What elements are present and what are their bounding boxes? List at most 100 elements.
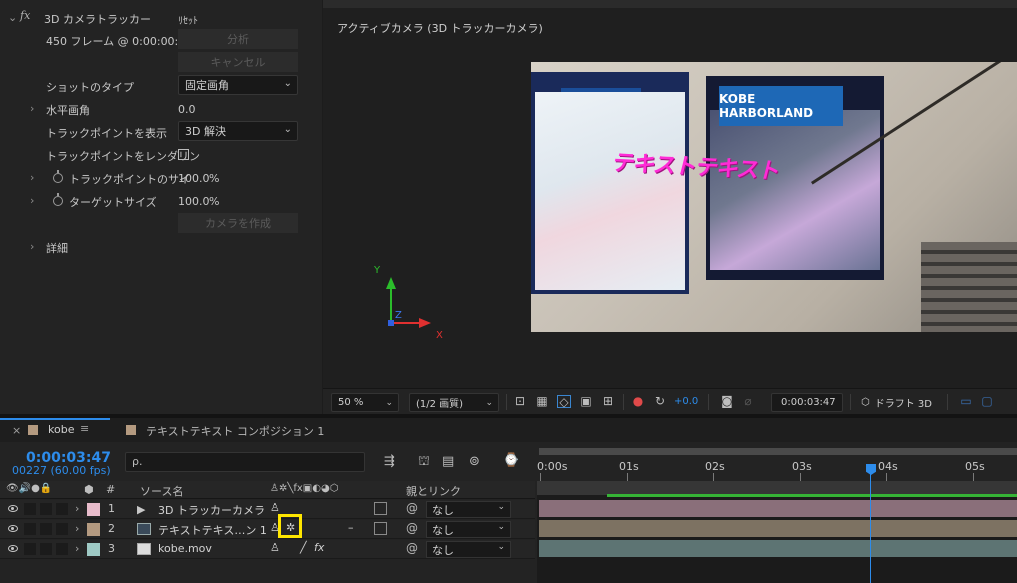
solo-cell[interactable] [40, 523, 52, 535]
time-ruler[interactable]: 0:00s 01s 02s 03s 04s 05s [537, 448, 1017, 481]
parent-select[interactable]: なし ⌄ [426, 501, 511, 518]
quality-switch-icon[interactable]: ╱ [300, 541, 307, 554]
label-color-swatch[interactable] [87, 523, 100, 536]
renderer-select[interactable]: ⬡ ドラフト 3D [855, 393, 943, 412]
zoom-select[interactable]: 50 % ⌄ [331, 393, 399, 412]
draft-3d-icon[interactable]: ⛫ [418, 454, 430, 471]
solo-cell[interactable] [40, 503, 52, 515]
track-point-size-value[interactable]: 100.0 [178, 172, 210, 185]
hfov-label: 水平画角 [46, 104, 90, 117]
twirl-right-icon[interactable]: › [75, 502, 79, 515]
effects-switch-icon[interactable]: fx [314, 541, 324, 554]
fx-icon[interactable]: fx [20, 9, 30, 22]
lock-cell[interactable] [56, 523, 68, 535]
label-color-swatch[interactable] [87, 543, 100, 556]
frame-blending-icon[interactable]: ⊚ [469, 454, 480, 469]
time-navigator-bar[interactable] [537, 481, 1017, 495]
audio-cell[interactable] [24, 543, 36, 555]
footage-frame[interactable]: ハーバーランド KOBE HARBORLAND テキストテキスト [531, 62, 1017, 332]
layer-bar-camera[interactable] [539, 500, 1017, 517]
eye-icon[interactable] [8, 545, 18, 552]
audio-cell[interactable] [24, 523, 36, 535]
exposure-value[interactable]: +0.0 [674, 396, 698, 407]
exposure-reset-icon[interactable]: ↻ [653, 395, 667, 408]
twirl-right-icon[interactable]: › [30, 102, 34, 115]
layer-row-footage[interactable]: › 3 kobe.mov ♙ ╱ fx @ なし ⌄ [0, 540, 535, 559]
mask-path-icon[interactable]: ◇ [557, 395, 571, 409]
twirl-right-icon[interactable]: › [30, 194, 34, 207]
target-size-value[interactable]: 100.0 [178, 195, 210, 208]
view-layout-icon[interactable]: ▭ [959, 395, 973, 408]
collapse-chevron-icon[interactable]: ⌄ [8, 11, 17, 24]
stopwatch-icon[interactable] [53, 170, 63, 183]
work-area-bar[interactable] [539, 448, 1017, 455]
close-icon[interactable]: × [12, 424, 21, 437]
audio-cell[interactable] [24, 503, 36, 515]
cancel-button[interactable]: キャンセル [178, 52, 298, 72]
layer-row-text-comp[interactable]: › 2 テキストテキス…ン 1 ♙ ✲ – @ なし ⌄ [0, 520, 535, 539]
stopwatch-icon[interactable] [53, 193, 63, 206]
render-track-points-checkbox[interactable] [178, 149, 189, 160]
pick-whip-icon[interactable]: @ [406, 541, 418, 555]
tab-text-composition[interactable]: テキストテキスト コンポジション 1 [146, 423, 324, 439]
target-size-label: ターゲットサイズ [69, 196, 157, 209]
percent-unit: % [209, 172, 220, 185]
layer-bar-footage[interactable] [539, 540, 1017, 557]
resolution-select[interactable]: (1/2 画質) ⌄ [409, 393, 499, 412]
layer-row-camera[interactable]: › 1 ▶ 3D トラッカーカメラ ♙ @ なし ⌄ [0, 500, 535, 519]
reset-link[interactable]: ﾘｾｯﾄ [178, 12, 198, 27]
parent-select[interactable]: なし ⌄ [426, 541, 511, 558]
graph-editor-icon[interactable]: ⌚ [503, 453, 519, 468]
color-channels-icon[interactable]: ● [631, 395, 645, 408]
3d-layer-icon[interactable] [374, 522, 387, 535]
shy-layers-icon[interactable]: ▤ [442, 454, 454, 469]
shot-type-select[interactable]: 固定画角 ⌄ [178, 75, 298, 95]
label-color-swatch[interactable] [87, 503, 100, 516]
layer-bar-text-comp[interactable] [539, 520, 1017, 537]
3d-layer-icon[interactable] [374, 502, 387, 515]
layer-search-input[interactable]: ρ. [125, 452, 365, 472]
current-time-field[interactable]: 0:00:03:47 [771, 393, 843, 412]
solo-cell[interactable] [40, 543, 52, 555]
effect-name: 3D カメラトラッカー [44, 13, 151, 26]
render-cache-indicator [607, 494, 1017, 497]
composition-viewer[interactable]: アクティブカメラ (3D トラッカーカメラ) ハーバーランド KOBE HARB… [323, 0, 1017, 414]
column-source-name[interactable]: ソース名 [140, 483, 183, 499]
shy-switch-icon[interactable]: ♙ [270, 541, 280, 554]
layer-name[interactable]: 3D トラッカーカメラ [158, 502, 265, 518]
layer-name[interactable]: kobe.mov [158, 542, 212, 555]
parent-select[interactable]: なし ⌄ [426, 521, 511, 538]
pick-whip-icon[interactable]: @ [406, 501, 418, 515]
show-track-points-label: トラックポイントを表示 [46, 127, 167, 140]
analyze-button[interactable]: 分析 [178, 29, 298, 49]
shy-switch-icon[interactable]: ♙ [270, 501, 280, 514]
lock-cell[interactable] [56, 543, 68, 555]
show-track-points-select[interactable]: 3D 解決 ⌄ [178, 121, 298, 141]
fast-previews-icon[interactable]: ⊡ [513, 395, 527, 408]
motion-blur-switch-icon[interactable]: – [348, 521, 354, 534]
zoom-value: 50 % [338, 397, 364, 408]
region-of-interest-icon[interactable]: ▣ [579, 395, 593, 408]
view-options-icon[interactable]: ▢ [980, 395, 994, 408]
tab-kobe[interactable]: kobe [48, 423, 74, 436]
transparency-grid-icon[interactable]: ▦ [535, 395, 549, 408]
column-parent-link[interactable]: 親とリンク [406, 483, 461, 499]
eye-icon[interactable] [8, 525, 18, 532]
lock-cell[interactable] [56, 503, 68, 515]
eye-icon[interactable] [8, 505, 18, 512]
composition-flowchart-icon[interactable]: ⇶ [384, 454, 395, 469]
camera-snapshot-icon[interactable]: ◙ [720, 395, 734, 408]
guides-icon[interactable]: ⊞ [601, 395, 615, 408]
twirl-right-icon[interactable]: › [30, 171, 34, 184]
create-camera-button[interactable]: カメラを作成 [178, 213, 298, 233]
tab-menu-icon[interactable]: ≡ [80, 422, 89, 435]
pick-whip-icon[interactable]: @ [406, 521, 418, 535]
twirl-right-icon[interactable]: › [75, 522, 79, 535]
show-snapshot-icon[interactable]: ⌀ [741, 395, 755, 408]
ruler-tick [800, 473, 801, 481]
playhead-line[interactable] [870, 464, 871, 583]
time-graph[interactable]: 0:00s 01s 02s 03s 04s 05s [537, 448, 1017, 583]
twirl-right-icon[interactable]: › [75, 542, 79, 555]
layer-name[interactable]: テキストテキス…ン 1 [158, 522, 267, 538]
twirl-right-icon[interactable]: › [30, 240, 34, 253]
